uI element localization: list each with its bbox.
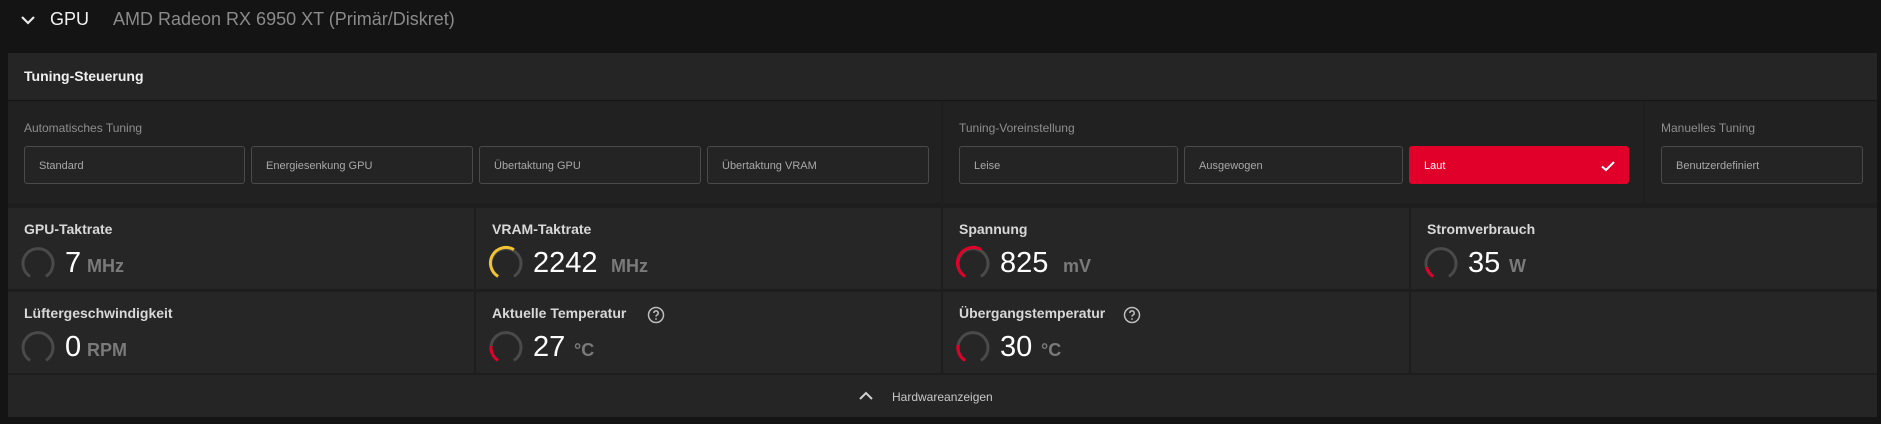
metric-value: 825 xyxy=(1000,247,1049,279)
chevron-up-icon xyxy=(859,391,873,400)
preset-laut[interactable]: Laut xyxy=(1409,146,1629,184)
gauge-icon xyxy=(21,331,55,362)
help-circle-icon[interactable] xyxy=(647,306,665,324)
option-label: Laut xyxy=(1424,160,1446,172)
panel-title: Tuning-Steuerung xyxy=(24,68,144,84)
metric-value: 2242 xyxy=(533,247,598,279)
gpu-section-title: GPU xyxy=(50,9,90,29)
metric-value: 7 xyxy=(65,247,82,279)
manual-tuning-section: Manuelles Tuning Benutzerdefiniert xyxy=(1645,101,1877,203)
metric-value: 35 xyxy=(1468,247,1501,279)
option-label: Leise xyxy=(974,160,1001,172)
metric-title: GPU-Taktrate xyxy=(24,221,113,237)
hardware-display-label: Hardwareanzeigen xyxy=(892,390,993,404)
auto-tuning-label: Automatisches Tuning xyxy=(24,121,143,135)
metric-title: Übergangstemperatur xyxy=(959,305,1106,321)
tuning-panel: Tuning-Steuerung Automatisches Tuning St… xyxy=(8,53,1877,417)
metric-unit: MHz xyxy=(87,256,124,276)
option-uebertaktung-vram[interactable]: Übertaktung VRAM xyxy=(707,146,929,184)
metric-unit: MHz xyxy=(611,256,648,276)
tuning-preset-label: Tuning-Voreinstellung xyxy=(959,121,1075,135)
tuning-preset-section: Tuning-Voreinstellung Leise Ausgewogen L… xyxy=(943,101,1643,203)
metric-junction-temperature: Übergangstemperatur 30 °C xyxy=(943,292,1409,373)
metric-unit: RPM xyxy=(87,340,127,360)
gauge-icon xyxy=(21,247,55,278)
option-label: Ausgewogen xyxy=(1199,160,1263,172)
check-icon xyxy=(1600,158,1616,177)
option-label: Standard xyxy=(39,160,84,172)
tuning-panel-header: Tuning-Steuerung xyxy=(8,53,1877,101)
chevron-down-icon[interactable] xyxy=(16,8,40,32)
gauge-icon xyxy=(489,331,523,362)
metric-value: 27 xyxy=(533,331,566,363)
metric-title: Spannung xyxy=(959,221,1028,237)
gpu-header: GPU AMD Radeon RX 6950 XT (Primär/Diskre… xyxy=(0,0,1881,44)
metric-power: Stromverbrauch 35 W xyxy=(1411,208,1877,289)
option-label: Benutzerdefiniert xyxy=(1676,160,1760,172)
metric-unit: mV xyxy=(1063,256,1092,276)
gauge-icon xyxy=(488,246,523,278)
metric-unit: W xyxy=(1509,256,1526,276)
metric-value: 0 xyxy=(65,331,82,363)
manual-tuning-label: Manuelles Tuning xyxy=(1661,121,1756,135)
option-benutzerdefiniert[interactable]: Benutzerdefiniert xyxy=(1661,146,1863,184)
help-circle-icon[interactable] xyxy=(1123,306,1141,324)
metric-voltage: Spannung 825 mV xyxy=(943,208,1409,289)
metric-unit: °C xyxy=(1041,340,1062,360)
metric-gpu-clock: GPU-Taktrate 7 MHz xyxy=(8,208,474,289)
option-label: Übertaktung GPU xyxy=(494,160,581,172)
metric-title: Lüftergeschwindigkeit xyxy=(24,305,173,321)
metric-title: Aktuelle Temperatur xyxy=(492,305,627,321)
gpu-device-name: AMD Radeon RX 6950 XT (Primär/Diskret) xyxy=(113,9,455,29)
auto-tuning-section: Automatisches Tuning Standard Energiesen… xyxy=(8,101,941,203)
metric-fan-speed: Lüftergeschwindigkeit 0 RPM xyxy=(8,292,474,373)
preset-leise[interactable]: Leise xyxy=(959,146,1178,184)
gauge-icon xyxy=(955,246,990,278)
hardware-display-toggle[interactable]: Hardwareanzeigen xyxy=(8,375,1877,417)
metric-title: Stromverbrauch xyxy=(1427,221,1536,237)
metric-unit: °C xyxy=(574,340,595,360)
metric-title: VRAM-Taktrate xyxy=(492,221,592,237)
gauge-icon xyxy=(956,331,990,362)
option-label: Übertaktung VRAM xyxy=(722,160,817,172)
option-energiesenkung-gpu[interactable]: Energiesenkung GPU xyxy=(251,146,473,184)
metric-empty-cell xyxy=(1411,292,1877,373)
gauge-icon xyxy=(1424,247,1458,278)
metric-vram-clock: VRAM-Taktrate 2242 MHz xyxy=(476,208,941,289)
preset-ausgewogen[interactable]: Ausgewogen xyxy=(1184,146,1403,184)
option-uebertaktung-gpu[interactable]: Übertaktung GPU xyxy=(479,146,701,184)
option-label: Energiesenkung GPU xyxy=(266,160,373,172)
metric-value: 30 xyxy=(1000,331,1033,363)
option-standard[interactable]: Standard xyxy=(24,146,245,184)
metric-current-temperature: Aktuelle Temperatur 27 °C xyxy=(476,292,941,373)
